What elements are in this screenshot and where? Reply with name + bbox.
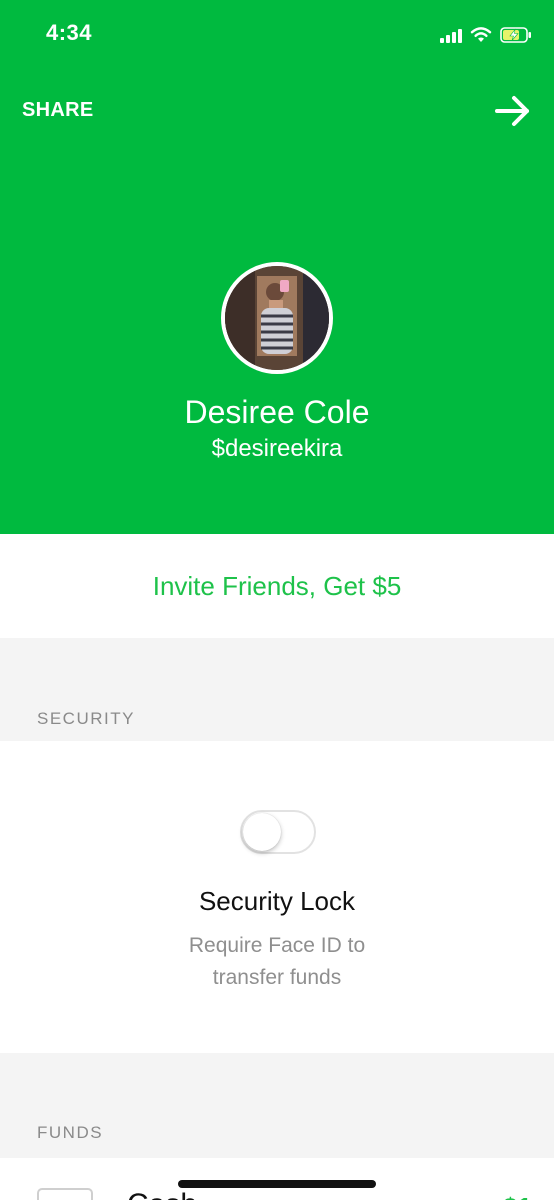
- profile-header: 4:34 SHARE Desiree Cole $desireekira: [0, 0, 554, 534]
- status-bar: 4:34: [0, 0, 554, 70]
- toggle-knob: [243, 813, 281, 851]
- funds-row[interactable]: Cash $1: [0, 1158, 554, 1200]
- home-indicator[interactable]: [178, 1180, 376, 1188]
- signal-icon: [440, 27, 462, 43]
- avatar-photo: [225, 266, 329, 370]
- profile-handle: $desireekira: [211, 435, 343, 462]
- security-section-label: SECURITY: [37, 709, 135, 728]
- battery-charging-icon: [500, 27, 531, 43]
- status-time: 4:34: [46, 20, 93, 45]
- cash-icon: [37, 1188, 93, 1200]
- funds-amount: $1: [503, 1192, 532, 1200]
- funds-section-header: FUNDS: [0, 1053, 554, 1158]
- share-button[interactable]: SHARE: [22, 99, 94, 122]
- arrow-right-icon[interactable]: [494, 94, 532, 128]
- profile-name: Desiree Cole: [184, 394, 370, 430]
- invite-row: Invite Friends, Get $5: [0, 534, 554, 638]
- security-lock-toggle[interactable]: [240, 810, 316, 854]
- invite-friends-link[interactable]: Invite Friends, Get $5: [153, 571, 402, 602]
- status-icons: [440, 24, 532, 46]
- funds-label: Cash: [127, 1188, 197, 1200]
- avatar[interactable]: [221, 262, 333, 374]
- security-lock-title: Security Lock: [198, 886, 356, 916]
- wifi-icon: [470, 27, 492, 42]
- security-section-header: SECURITY: [0, 638, 554, 741]
- funds-section-label: FUNDS: [37, 1123, 104, 1142]
- security-lock-description: Require Face ID to transfer funds: [188, 934, 366, 989]
